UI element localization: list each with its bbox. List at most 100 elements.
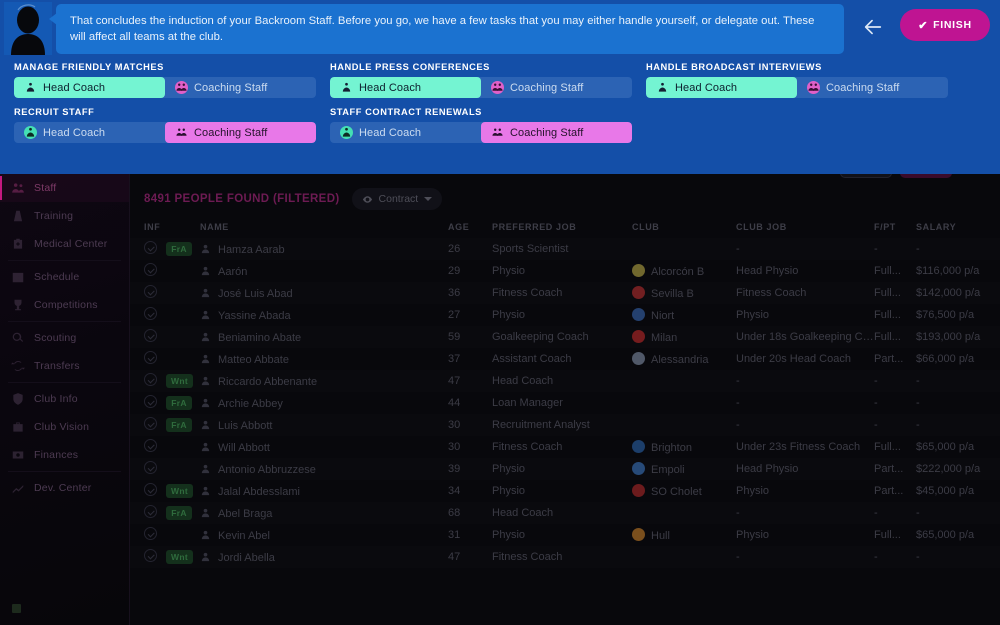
column-header-status — [166, 218, 200, 238]
row-checkbox[interactable] — [130, 436, 166, 458]
sidebar-item-label: Competitions — [34, 299, 98, 311]
sidebar-item-training[interactable]: Training — [0, 202, 129, 230]
check-circle-icon — [144, 241, 157, 254]
sidebar-item-club-info[interactable]: Club Info — [0, 385, 129, 413]
row-checkbox[interactable] — [130, 282, 166, 304]
cell-name[interactable]: Jordi Abella — [200, 546, 448, 568]
status-badge — [166, 304, 200, 326]
task-option-head-coach[interactable]: Head Coach — [330, 77, 481, 98]
cell-salary: $116,000 p/a — [916, 260, 1000, 282]
cell-name[interactable]: Kevin Abel — [200, 524, 448, 546]
back-button[interactable] — [858, 12, 888, 42]
column-header-inf[interactable]: INF — [130, 218, 166, 238]
status-badge: Wnt — [166, 546, 200, 568]
row-checkbox[interactable] — [130, 458, 166, 480]
cell-name[interactable]: Riccardo Abbenante — [200, 370, 448, 392]
cell-name[interactable]: Aarón — [200, 260, 448, 282]
cell-salary: $65,000 p/a — [916, 436, 1000, 458]
task-option-head-coach[interactable]: Head Coach — [14, 122, 165, 143]
column-header-fpt[interactable]: F/PT — [874, 218, 916, 238]
column-header-club_job[interactable]: CLUB JOB — [736, 218, 874, 238]
table-row[interactable]: FrALuis Abbott30Recruitment Analyst---- — [130, 414, 1000, 436]
column-header-salary[interactable]: SALARY — [916, 218, 1000, 238]
task-option-label: Coaching Staff — [510, 82, 583, 94]
table-row[interactable]: Matteo Abbate37Assistant CoachAlessandri… — [130, 348, 1000, 370]
row-checkbox[interactable] — [130, 304, 166, 326]
cell-salary: $193,000 p/a — [916, 326, 1000, 348]
task-option-head-coach[interactable]: Head Coach — [14, 77, 165, 98]
cell-club — [632, 546, 736, 568]
briefcase-icon — [10, 420, 25, 435]
row-checkbox[interactable] — [130, 370, 166, 392]
table-row[interactable]: WntRiccardo Abbenante47Head Coach---- — [130, 370, 1000, 392]
cell-name[interactable]: Hamza Aarab — [200, 238, 448, 260]
cell-name[interactable]: Jalal Abdesslami — [200, 480, 448, 502]
table-row[interactable]: Aarón29PhysioAlcorcón BHead PhysioFull..… — [130, 260, 1000, 282]
row-checkbox[interactable] — [130, 348, 166, 370]
staff-table: INF NAMEAGEPREFERRED JOBCLUBCLUB JOBF/PTS… — [130, 218, 1000, 568]
task-option-label: Head Coach — [43, 82, 105, 94]
table-row[interactable]: Beniamino Abate59Goalkeeping CoachMilanU… — [130, 326, 1000, 348]
sidebar-item-competitions[interactable]: Competitions — [0, 291, 129, 319]
table-row[interactable]: Kevin Abel31PhysioHullPhysioFull...$65,0… — [130, 524, 1000, 546]
row-checkbox[interactable] — [130, 238, 166, 260]
sidebar-item-finances[interactable]: Finances — [0, 441, 129, 469]
sidebar-item-staff[interactable]: Staff — [0, 174, 129, 202]
finish-button[interactable]: ✔ FINISH — [900, 9, 990, 41]
cell-name[interactable]: Luis Abbott — [200, 414, 448, 436]
table-row[interactable]: FrAArchie Abbey44Loan Manager---- — [130, 392, 1000, 414]
table-row[interactable]: FrAHamza Aarab26Sports Scientist---- — [130, 238, 1000, 260]
task-option-coaching-staff[interactable]: Coaching Staff — [481, 122, 632, 143]
check-circle-icon — [144, 461, 157, 474]
row-checkbox[interactable] — [130, 392, 166, 414]
head-coach-icon — [656, 81, 669, 94]
cell-name[interactable]: Will Abbott — [200, 436, 448, 458]
task-option-head-coach[interactable]: Head Coach — [646, 77, 797, 98]
table-row[interactable]: FrAAbel Braga68Head Coach---- — [130, 502, 1000, 524]
cell-fpt: Part... — [874, 348, 916, 370]
sidebar-item-transfers[interactable]: Transfers — [0, 352, 129, 380]
column-header-name[interactable]: NAME — [200, 218, 448, 238]
table-row[interactable]: WntJalal Abdesslami34PhysioSO CholetPhys… — [130, 480, 1000, 502]
task-option-coaching-staff[interactable]: Coaching Staff — [797, 77, 948, 98]
cell-name[interactable]: José Luis Abad — [200, 282, 448, 304]
table-row[interactable]: Will Abbott30Fitness CoachBrightonUnder … — [130, 436, 1000, 458]
cell-name[interactable]: Abel Braga — [200, 502, 448, 524]
row-checkbox[interactable] — [130, 480, 166, 502]
cell-name[interactable]: Beniamino Abate — [200, 326, 448, 348]
cell-name[interactable]: Archie Abbey — [200, 392, 448, 414]
table-row[interactable]: WntJordi Abella47Fitness Coach---- — [130, 546, 1000, 568]
row-checkbox[interactable] — [130, 546, 166, 568]
table-row[interactable]: Yassine Abada27PhysioNiortPhysioFull...$… — [130, 304, 1000, 326]
sidebar-item-club-vision[interactable]: Club Vision — [0, 413, 129, 441]
row-checkbox[interactable] — [130, 524, 166, 546]
check-circle-icon — [144, 351, 157, 364]
column-header-job[interactable]: PREFERRED JOB — [492, 218, 632, 238]
task-option-coaching-staff[interactable]: Coaching Staff — [481, 77, 632, 98]
sidebar-item-schedule[interactable]: Schedule — [0, 263, 129, 291]
filter-chip-contract[interactable]: Contract — [352, 188, 443, 210]
task-option-coaching-staff[interactable]: Coaching Staff — [165, 122, 316, 143]
row-checkbox[interactable] — [130, 326, 166, 348]
row-checkbox[interactable] — [130, 414, 166, 436]
cell-fpt: Part... — [874, 480, 916, 502]
table-row[interactable]: Antonio Abbruzzese39PhysioEmpoliHead Phy… — [130, 458, 1000, 480]
cell-salary: $65,000 p/a — [916, 524, 1000, 546]
calendar-icon — [10, 270, 25, 285]
name-text: Beniamino Abate — [218, 332, 301, 344]
row-checkbox[interactable] — [130, 260, 166, 282]
task-option-coaching-staff[interactable]: Coaching Staff — [165, 77, 316, 98]
table-row[interactable]: José Luis Abad36Fitness CoachSevilla BFi… — [130, 282, 1000, 304]
cell-name[interactable]: Matteo Abbate — [200, 348, 448, 370]
club-text: Milan — [651, 332, 677, 344]
cell-name[interactable]: Antonio Abbruzzese — [200, 458, 448, 480]
column-header-club[interactable]: CLUB — [632, 218, 736, 238]
cell-name[interactable]: Yassine Abada — [200, 304, 448, 326]
sidebar-item-medical-center[interactable]: Medical Center — [0, 230, 129, 258]
task-option-head-coach[interactable]: Head Coach — [330, 122, 481, 143]
row-checkbox[interactable] — [130, 502, 166, 524]
column-header-age[interactable]: AGE — [448, 218, 492, 238]
cell-preferred-job: Physio — [492, 480, 632, 502]
sidebar-item-dev-center[interactable]: Dev. Center — [0, 474, 129, 502]
sidebar-item-scouting[interactable]: Scouting — [0, 324, 129, 352]
